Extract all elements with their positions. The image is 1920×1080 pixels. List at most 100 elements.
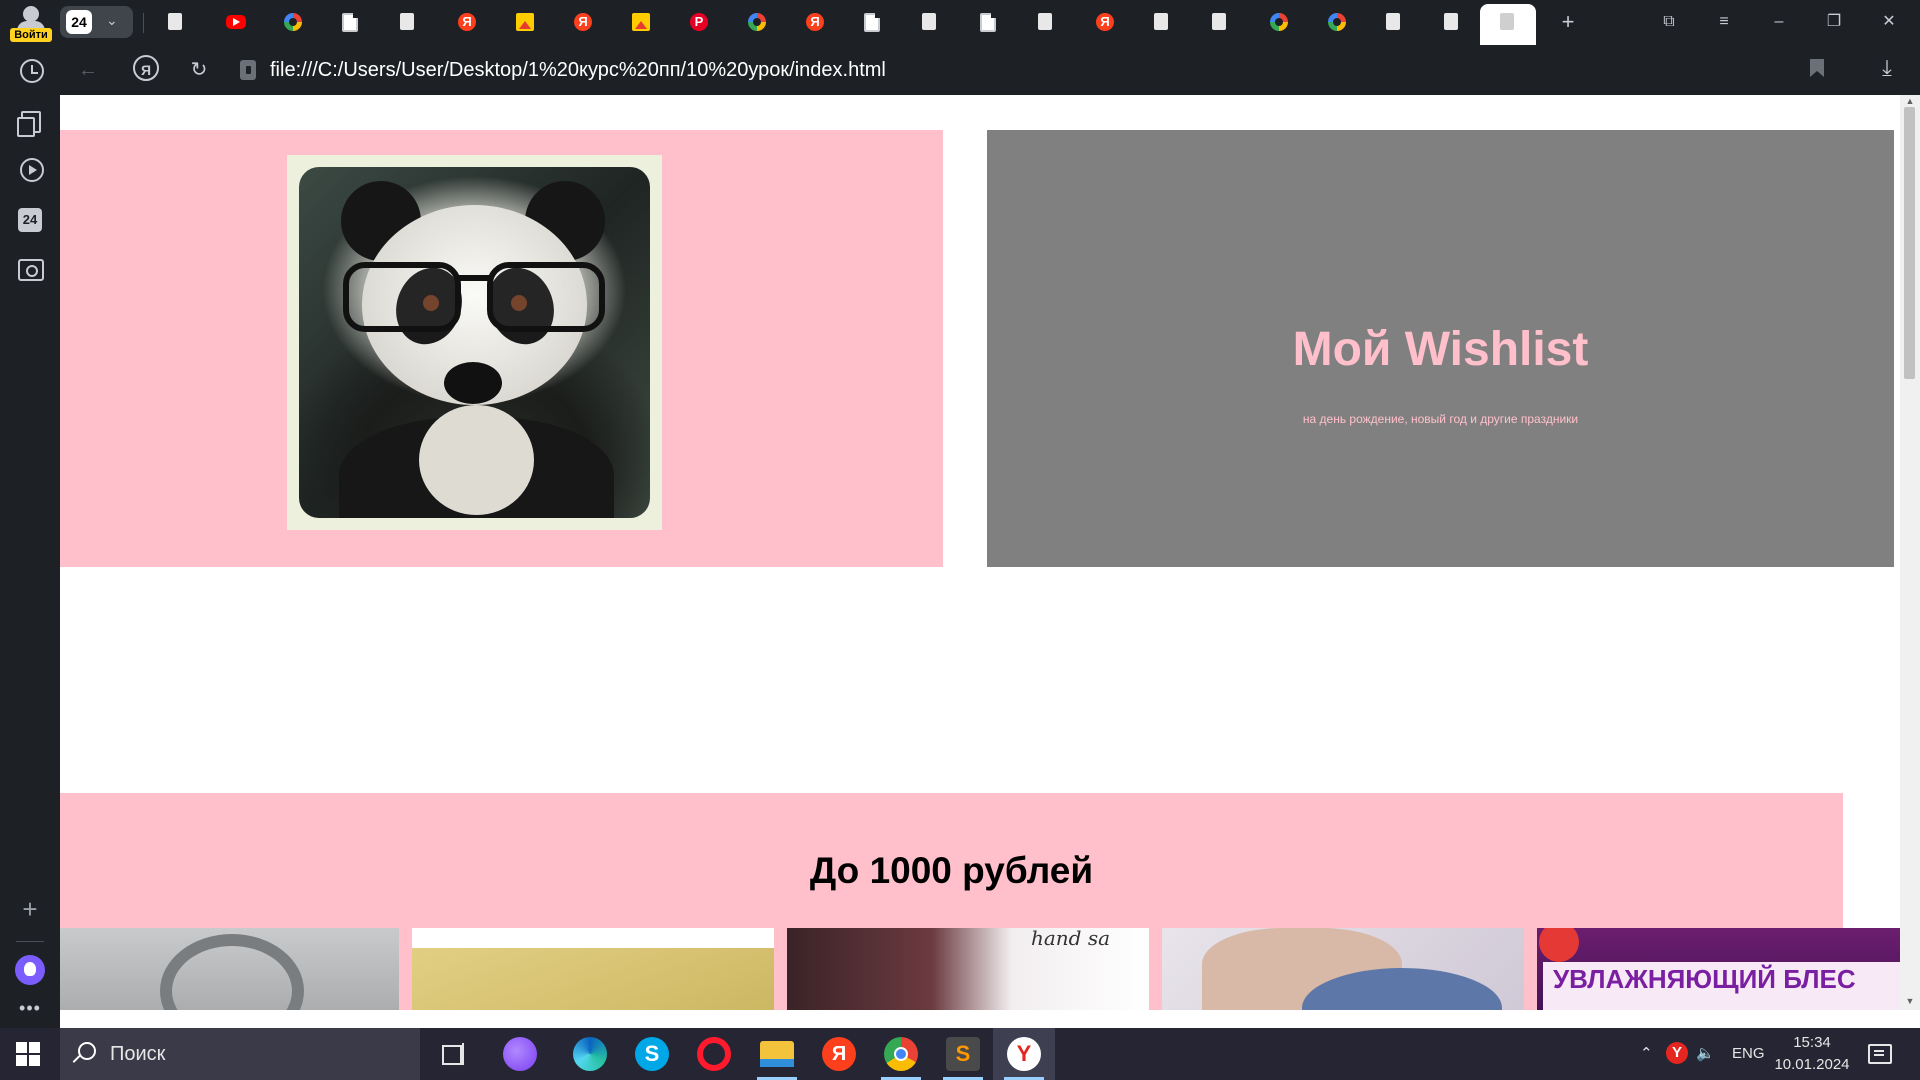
new-tab-button[interactable]: +: [1554, 8, 1582, 36]
tab[interactable]: [960, 6, 1016, 38]
chevron-up-icon[interactable]: ⌃: [1640, 1028, 1653, 1080]
yandex-icon: Я: [574, 13, 592, 31]
tab[interactable]: [380, 6, 436, 38]
clock-date: 10.01.2024: [1774, 1056, 1850, 1073]
tab-active[interactable]: [1480, 4, 1536, 45]
yandex-home-button[interactable]: Я: [133, 55, 159, 81]
tab[interactable]: [902, 6, 958, 38]
product-image-notebook[interactable]: hand sa: [787, 928, 1149, 1010]
section-title: До 1000 рублей: [809, 850, 1094, 891]
tab[interactable]: [1018, 6, 1074, 38]
tab[interactable]: Я: [554, 6, 610, 38]
tab-strip: Войти 24 ⌄ Я Я P Я Я + ⧉ ≡ – ❐ ✕: [0, 0, 1920, 45]
back-button[interactable]: ←: [73, 55, 103, 85]
video-icon[interactable]: [20, 158, 44, 182]
tab-group-button[interactable]: 24 ⌄: [60, 6, 133, 38]
tab[interactable]: [206, 6, 262, 38]
tab-count-badge: 24: [66, 10, 92, 34]
history-icon[interactable]: [20, 59, 44, 83]
tab[interactable]: Я: [1076, 6, 1132, 38]
close-button[interactable]: ✕: [1872, 8, 1906, 36]
alice-icon[interactable]: [503, 1037, 537, 1071]
page-icon: [400, 13, 414, 30]
file-explorer-icon[interactable]: [760, 1041, 794, 1067]
sidebar-divider: [16, 941, 44, 942]
product-image-keyring[interactable]: [60, 928, 399, 1010]
search-placeholder: Поиск: [110, 1043, 166, 1065]
page-icon: [864, 13, 880, 32]
panda-photo: [299, 167, 650, 518]
reload-button[interactable]: ↻: [184, 55, 214, 85]
chrome-icon[interactable]: [884, 1037, 918, 1071]
google-icon: [748, 13, 766, 31]
more-icon[interactable]: •••: [16, 999, 44, 1017]
tab[interactable]: Я: [786, 6, 842, 38]
tab[interactable]: [1134, 6, 1190, 38]
calendar-24-icon[interactable]: 24: [18, 208, 42, 232]
volume-icon[interactable]: 🔈: [1696, 1028, 1715, 1080]
clock-time: 15:34: [1793, 1034, 1831, 1051]
search-icon: [78, 1042, 96, 1060]
tab[interactable]: [844, 6, 900, 38]
tab[interactable]: [728, 6, 784, 38]
tab[interactable]: [148, 6, 204, 38]
task-view-icon[interactable]: [438, 1037, 472, 1071]
taskbar-search[interactable]: Поиск: [60, 1028, 420, 1080]
image-icon: [632, 13, 650, 31]
minimize-button[interactable]: –: [1762, 8, 1796, 36]
google-icon: [1328, 13, 1346, 31]
tab[interactable]: Я: [438, 6, 494, 38]
page-icon: [1386, 13, 1400, 30]
windows-taskbar: Поиск S Я S Y ⌃ Y 🔈 ENG 15:34 10.01.2024: [0, 1028, 1920, 1080]
menu-icon[interactable]: ≡: [1707, 8, 1741, 36]
scroll-down-icon[interactable]: ▼: [1904, 995, 1916, 1007]
windows-start-icon[interactable]: [16, 1042, 40, 1066]
restore-button[interactable]: ❐: [1817, 8, 1851, 36]
tabs-menu-icon[interactable]: ⧉: [1652, 8, 1686, 36]
tab[interactable]: [264, 6, 320, 38]
tab[interactable]: [1192, 6, 1248, 38]
tab[interactable]: P: [670, 6, 726, 38]
download-icon[interactable]: ⤓: [1872, 53, 1902, 83]
scroll-up-icon[interactable]: ▲: [1904, 95, 1916, 107]
page-icon: [168, 13, 182, 30]
pinterest-icon: P: [690, 13, 708, 31]
alice-icon[interactable]: [15, 955, 45, 985]
language-indicator[interactable]: ENG: [1732, 1028, 1765, 1080]
bookmark-icon[interactable]: [1810, 59, 1824, 77]
browser-sidebar: 24 + •••: [0, 45, 60, 1028]
product-image-cloth[interactable]: [412, 928, 774, 1010]
page-icon: [1500, 13, 1514, 30]
page-subtitle: на день рождение, новый год и другие пра…: [1302, 412, 1579, 426]
yandex-browser-icon[interactable]: Y: [1007, 1037, 1041, 1071]
tab[interactable]: [612, 6, 668, 38]
notifications-icon[interactable]: [1868, 1044, 1892, 1064]
vertical-scroll-thumb[interactable]: [1904, 107, 1915, 379]
tab[interactable]: [1366, 6, 1422, 38]
product-image-pompom[interactable]: [1162, 928, 1524, 1010]
url-text: file:///C:/Users/User/Desktop/1%20курс%2…: [270, 59, 886, 81]
tab[interactable]: [322, 6, 378, 38]
page-icon: [342, 13, 358, 32]
thumb-script-text: hand sa: [1031, 928, 1111, 950]
youtube-icon: [226, 15, 246, 29]
profile-button[interactable]: Войти: [6, 2, 54, 44]
product-image-lipgloss[interactable]: УВЛАЖНЯЮЩИЙ БЛЕС: [1537, 928, 1900, 1010]
vertical-scrollbar[interactable]: ▲ ▼: [1900, 95, 1920, 1010]
add-panel-icon[interactable]: +: [18, 896, 42, 922]
yandex-icon[interactable]: Я: [822, 1037, 856, 1071]
sublime-text-icon[interactable]: S: [946, 1037, 980, 1071]
url-field[interactable]: file:///C:/Users/User/Desktop/1%20курс%2…: [232, 54, 1892, 86]
screenshot-icon[interactable]: [18, 259, 44, 281]
yandex-tray-icon[interactable]: Y: [1666, 1042, 1688, 1064]
opera-icon[interactable]: [697, 1037, 731, 1071]
system-clock[interactable]: 15:34 10.01.2024: [1772, 1032, 1852, 1076]
collections-icon[interactable]: [17, 111, 41, 137]
tab[interactable]: [1424, 6, 1480, 38]
edge-icon[interactable]: [573, 1037, 607, 1071]
tab[interactable]: [1250, 6, 1306, 38]
tab[interactable]: [1308, 6, 1364, 38]
skype-icon[interactable]: S: [635, 1037, 669, 1071]
tab[interactable]: [496, 6, 552, 38]
page-icon: [980, 13, 996, 32]
